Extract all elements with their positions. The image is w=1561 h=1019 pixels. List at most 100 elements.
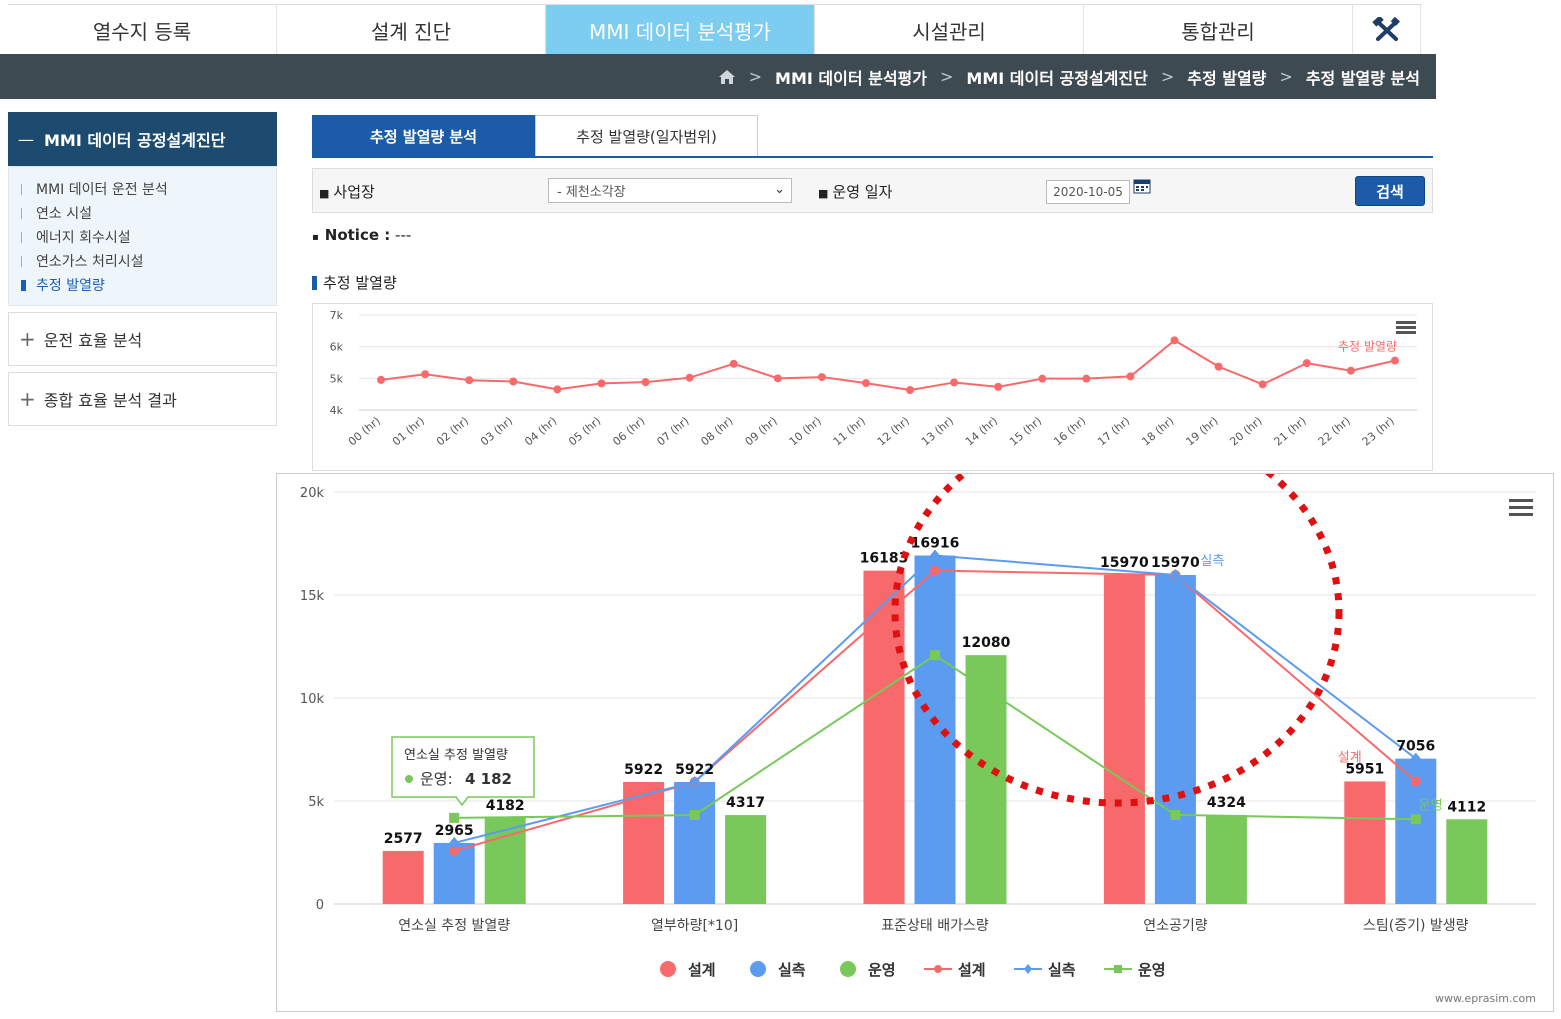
data-point <box>641 378 650 387</box>
search-form: ■ 사업장 - 제천소각장 ⌄ ■ 운영 일자 2020-10-05 검색 <box>312 168 1433 213</box>
data-point <box>465 376 474 385</box>
hamburger-bar <box>1509 506 1533 509</box>
x-tick-label: 22 (hr) <box>1316 414 1353 448</box>
site-label: ■ 사업장 <box>319 183 375 201</box>
data-label: 5922 <box>675 762 714 778</box>
sidebar-item-combustion[interactable]: 연소 시설 <box>9 201 276 225</box>
legend-marker <box>934 965 942 973</box>
nav-tab-mmi-analysis[interactable]: MMI 데이터 분석평가 <box>546 5 815 55</box>
legend-item[interactable]: 운영 <box>1104 961 1166 979</box>
sub-tabs: 추정 발열량 분석 추정 발열량(일자범위) <box>312 115 1433 158</box>
x-tick-label: 15 (hr) <box>1007 414 1044 448</box>
legend-marker <box>1024 964 1032 974</box>
data-label: 15970 <box>1151 555 1200 571</box>
x-category-label: 연소실 추정 발열량 <box>398 918 510 934</box>
home-icon[interactable] <box>718 69 736 85</box>
data-point <box>1346 366 1355 375</box>
sidebar-group-operation-efficiency[interactable]: + 운전 효율 분석 <box>8 312 277 366</box>
legend-symbol <box>840 961 856 977</box>
y-tick-label: 5k <box>308 795 324 810</box>
data-label: 2965 <box>435 823 474 839</box>
legend-label: 설계 <box>958 961 986 979</box>
line-marker <box>689 810 700 821</box>
tooltip-marker <box>405 775 413 783</box>
x-tick-label: 13 (hr) <box>919 414 956 448</box>
line-marker <box>1410 814 1421 825</box>
nav-tab-facility[interactable]: 시설관리 <box>815 5 1084 55</box>
legend-item[interactable]: 실측 <box>1014 961 1076 979</box>
heat-comparison-chart-svg: 05k10k15k20k2577592216183 159705951296559… <box>300 417 1536 1005</box>
x-tick-label: 05 (hr) <box>566 414 603 448</box>
legend-item[interactable]: 설계 <box>924 961 986 979</box>
series-line-heat-value <box>380 339 1396 392</box>
data-point <box>994 382 1003 391</box>
breadcrumb: > MMI 데이터 분석평가 > MMI 데이터 공정설계진단 > 추정 발열량… <box>0 54 1436 99</box>
legend-label: 운영 <box>868 961 896 979</box>
legend-item[interactable]: 실측 <box>750 961 806 979</box>
sidebar-group-overall-efficiency[interactable]: + 종합 효율 분석 결과 <box>8 372 277 426</box>
y-tick-label: 5k <box>330 372 344 385</box>
x-tick-label: 17 (hr) <box>1095 414 1132 448</box>
sidebar-item-heat-value[interactable]: 추정 발열량 <box>9 273 276 297</box>
legend-label: 설계 <box>688 961 716 979</box>
sidebar-section-header[interactable]: — MMI 데이터 공정설계진단 <box>8 112 277 166</box>
chart-credit: www.eprasim.com <box>1435 992 1536 1005</box>
search-button[interactable]: 검색 <box>1355 176 1425 206</box>
breadcrumb-item[interactable]: 추정 발열량 <box>1187 65 1266 89</box>
bar <box>914 555 956 904</box>
tab-heat-value-analysis[interactable]: 추정 발열량 분석 <box>312 115 535 156</box>
data-label: 16916 <box>911 536 960 552</box>
sidebar-item-label: 추정 발열량 <box>36 278 105 294</box>
legend-label: 실측 <box>1048 961 1076 979</box>
sidebar-group-label: 종합 효율 분석 결과 <box>43 391 177 410</box>
legend-item[interactable]: 운영 <box>840 961 896 979</box>
hamburger-icon[interactable] <box>1509 499 1533 516</box>
data-point <box>950 378 959 387</box>
sidebar-item-energy-recovery[interactable]: 에너지 회수시설 <box>9 225 276 249</box>
data-label: 4317 <box>726 795 765 811</box>
expand-icon: + <box>19 327 36 351</box>
data-point <box>1390 356 1399 365</box>
breadcrumb-item[interactable]: MMI 데이터 공정설계진단 <box>966 65 1147 89</box>
section-title: 추정 발열량 <box>312 272 397 293</box>
legend-symbol <box>660 961 676 977</box>
sidebar-item-label: 연소 시설 <box>36 206 92 222</box>
bar <box>725 815 767 904</box>
sidebar-item-mmi-operation[interactable]: MMI 데이터 운전 분석 <box>9 177 276 201</box>
x-tick-label: 06 (hr) <box>610 414 647 448</box>
x-tick-label: 19 (hr) <box>1183 414 1220 448</box>
hamburger-bar <box>1396 326 1416 329</box>
nav-tab-heat-balance[interactable]: 열수지 등록 <box>8 5 277 55</box>
tools-icon <box>1371 17 1400 41</box>
data-label: 4112 <box>1447 799 1486 815</box>
x-tick-label: 09 (hr) <box>743 414 780 448</box>
sidebar-menu: MMI 데이터 운전 분석 연소 시설 에너지 회수시설 연소가스 처리시설 추… <box>8 166 277 306</box>
data-label: 7056 <box>1396 739 1435 755</box>
tools-button[interactable] <box>1353 5 1421 55</box>
data-label: 4324 <box>1207 795 1246 811</box>
hourly-heat-chart-svg: 4k 5k 6k 7k 00 (hr) 01 (hr) 02 (hr) 03 (hr) 04 (… <box>330 309 1417 448</box>
nav-tab-design-diagnosis[interactable]: 설계 진단 <box>277 5 546 55</box>
breadcrumb-item[interactable]: MMI 데이터 분석평가 <box>775 65 927 89</box>
line-marker <box>449 812 460 823</box>
x-tick-label: 11 (hr) <box>831 414 868 448</box>
data-point <box>1038 374 1047 383</box>
calendar-icon[interactable] <box>1133 178 1151 194</box>
chevron-down-icon: ⌄ <box>774 182 785 197</box>
legend-item[interactable]: 설계 <box>660 961 716 979</box>
hourly-heat-chart: 4k 5k 6k 7k 00 (hr) 01 (hr) 02 (hr) 03 (hr) 04 (… <box>312 303 1433 471</box>
expand-icon: + <box>19 387 36 411</box>
site-select[interactable]: - 제천소각장 ⌄ <box>548 178 792 203</box>
sidebar-item-label: MMI 데이터 운전 분석 <box>36 182 168 198</box>
hamburger-icon[interactable] <box>1396 321 1416 334</box>
legend-symbol <box>750 961 766 977</box>
sidebar-item-flue-gas[interactable]: 연소가스 처리시설 <box>9 249 276 273</box>
legend-label: 실측 <box>778 961 806 979</box>
data-point <box>553 385 562 394</box>
tab-heat-value-date-range[interactable]: 추정 발열량(일자범위) <box>535 115 758 156</box>
line-marker <box>1170 809 1181 820</box>
date-input[interactable]: 2020-10-05 <box>1046 180 1130 204</box>
data-label: 2577 <box>384 831 423 847</box>
nav-tab-integrated[interactable]: 통합관리 <box>1084 5 1353 55</box>
x-tick-label: 03 (hr) <box>478 414 515 448</box>
